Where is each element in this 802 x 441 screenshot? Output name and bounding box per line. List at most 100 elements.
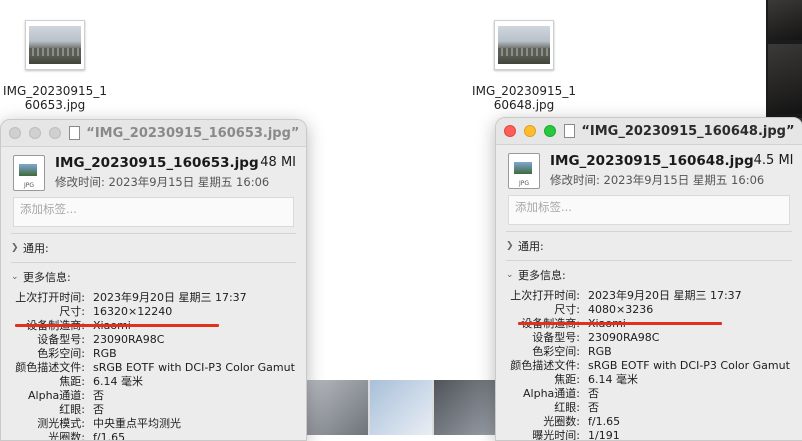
section-general-label: 通用: [23,242,49,255]
image-thumbnail-icon[interactable] [494,20,554,70]
red-underline-annotation [15,324,219,327]
chevron-down-icon[interactable]: ⌄ [11,272,21,282]
maximize-button[interactable] [544,125,556,137]
metadata-key: 光圈数: [543,415,580,428]
close-button[interactable] [9,127,21,139]
metadata-key: 颜色描述文件: [15,361,85,374]
chevron-down-icon[interactable]: ⌄ [506,270,516,280]
background-photo-grid [306,380,496,435]
metadata-value: 1/191 [588,429,620,441]
metadata-value: 否 [93,403,104,416]
section-more-info-label: 更多信息: [518,269,566,282]
section-more-info[interactable]: ⌄ 更多信息: [496,261,802,283]
desktop-file-160648[interactable]: IMG_20230915_1 60648.jpg [469,20,579,112]
info-modified-date: 修改时间: 2023年9月15日 星期五 16:06 [550,173,765,187]
metadata-value: 否 [588,387,599,400]
close-button[interactable] [504,125,516,137]
metadata-key: 设备型号: [532,331,580,344]
section-general[interactable]: ❯ 通用: [1,234,306,256]
metadata-row: 光圈数: f/1.65 [496,415,802,429]
metadata-key: 红眼: [554,401,580,414]
metadata-value: f/1.65 [588,415,621,428]
metadata-row: 测光模式: 中央重点平均测光 [1,417,306,431]
window-title: “IMG_20230915_160648.jpg”... [581,123,794,139]
metadata-key: Alpha通道: [28,389,85,402]
minimize-button[interactable] [524,125,536,137]
photo-tile [768,0,802,40]
section-general-label: 通用: [518,240,544,253]
info-file-name: IMG_20230915_160653.jpg [55,155,259,171]
metadata-row: 颜色描述文件: sRGB EOTF with DCI-P3 Color Gamut [496,359,802,373]
metadata-row: 曝光时间: 1/191 [496,429,802,441]
metadata-row: 焦距: 6.14 毫米 [1,375,306,389]
metadata-key: 尺寸: [59,305,85,318]
info-window-160648[interactable]: “IMG_20230915_160648.jpg”... JPG IMG_202… [495,117,802,441]
metadata-row: Alpha通道: 否 [496,387,802,401]
metadata-value: 23090RA98C [93,333,165,346]
info-file-name: IMG_20230915_160648.jpg [550,153,754,169]
window-titlebar[interactable]: “IMG_20230915_160648.jpg”... [496,118,802,145]
document-proxy-icon[interactable] [69,126,81,140]
metadata-value: f/1.65 [93,431,126,441]
metadata-key: 光圈数: [48,431,85,441]
window-title: “IMG_20230915_160653.jpg”... [86,125,298,141]
metadata-row: 设备型号: 23090RA98C [1,333,306,347]
section-more-info-label: 更多信息: [23,271,71,284]
metadata-key: 红眼: [59,403,85,416]
photo-tile [434,380,496,435]
metadata-value: 23090RA98C [588,331,660,344]
metadata-value: RGB [93,347,117,360]
section-general[interactable]: ❯ 通用: [496,232,802,254]
metadata-value: 否 [93,389,104,402]
image-thumbnail-icon[interactable] [25,20,85,70]
metadata-value: 6.14 毫米 [588,373,638,386]
metadata-row: 上次打开时间: 2023年9月20日 星期三 17:37 [496,289,802,303]
metadata-key: 曝光时间: [532,429,580,441]
section-more-info[interactable]: ⌄ 更多信息: [1,263,306,285]
minimize-button[interactable] [29,127,41,139]
chevron-right-icon[interactable]: ❯ [11,243,21,253]
file-name-label: IMG_20230915_1 60648.jpg [472,84,576,112]
metadata-row: 尺寸: 4080×3236 [496,303,802,317]
window-titlebar[interactable]: “IMG_20230915_160653.jpg”... [1,120,306,147]
metadata-row: 上次打开时间: 2023年9月20日 星期三 17:37 [1,291,306,305]
maximize-button[interactable] [49,127,61,139]
photo-tile [768,44,802,114]
metadata-value: 6.14 毫米 [93,375,143,388]
metadata-value: 4080×3236 [588,303,654,316]
info-modified-date: 修改时间: 2023年9月15日 星期五 16:06 [55,175,270,189]
red-underline-annotation [518,322,722,325]
metadata-list: 上次打开时间: 2023年9月20日 星期三 17:37 尺寸: 16320×122… [1,285,306,441]
jpg-file-icon: JPG [508,153,540,189]
tags-input[interactable]: 添加标签... [13,197,294,227]
info-file-size: 48 MI [260,155,296,170]
metadata-row: 色彩空间: RGB [1,347,306,361]
metadata-key: 焦距: [59,375,85,388]
metadata-row: Alpha通道: 否 [1,389,306,403]
metadata-row: 颜色描述文件: sRGB EOTF with DCI-P3 Color Gamut [1,361,306,375]
chevron-right-icon[interactable]: ❯ [506,241,516,251]
metadata-row: 红眼: 否 [496,401,802,415]
metadata-value: 2023年9月20日 星期三 17:37 [93,291,247,304]
jpg-file-icon: JPG [13,155,45,191]
info-file-size: 4.5 MI [753,153,794,168]
metadata-key: 上次打开时间: [510,289,580,302]
tags-input[interactable]: 添加标签... [508,195,790,225]
info-header: JPG IMG_20230915_160653.jpg 48 MI 修改时间: … [1,147,306,197]
photo-tile [306,380,368,435]
document-proxy-icon[interactable] [564,124,576,138]
metadata-value: sRGB EOTF with DCI-P3 Color Gamut [588,359,790,372]
metadata-value: 否 [588,401,599,414]
metadata-row: 色彩空间: RGB [496,345,802,359]
metadata-key: 色彩空间: [532,345,580,358]
metadata-key: 色彩空间: [37,347,85,360]
file-name-label: IMG_20230915_1 60653.jpg [3,84,107,112]
metadata-key: 测光模式: [37,417,85,430]
metadata-key: 上次打开时间: [15,291,85,304]
metadata-row: 光圈数: f/1.65 [1,431,306,441]
metadata-key: 设备型号: [37,333,85,346]
desktop-file-160653[interactable]: IMG_20230915_1 60653.jpg [0,20,110,112]
metadata-row: 红眼: 否 [1,403,306,417]
metadata-key: Alpha通道: [523,387,580,400]
info-window-160653[interactable]: “IMG_20230915_160653.jpg”... JPG IMG_202… [0,119,307,441]
